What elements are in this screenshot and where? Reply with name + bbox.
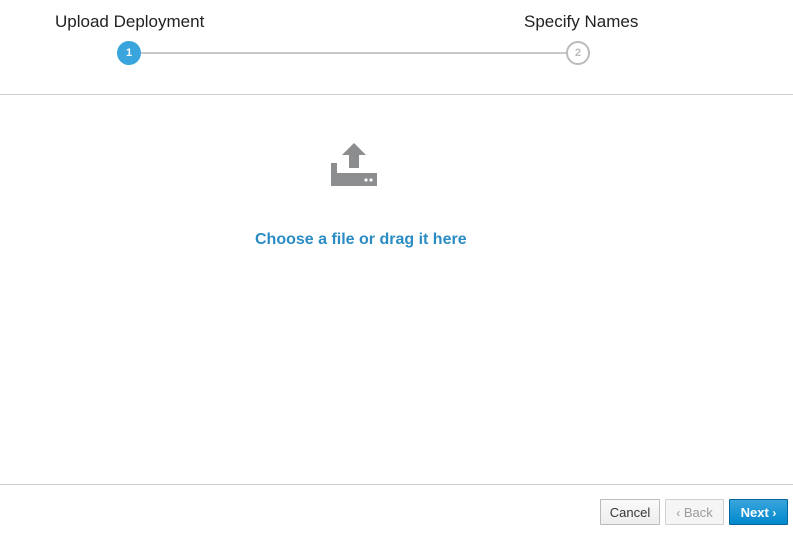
next-button[interactable]: Next › [729, 499, 788, 525]
next-button-label: Next [740, 505, 769, 520]
wizard-steps: Upload Deployment Specify Names 1 2 [0, 0, 793, 95]
cancel-button-label: Cancel [609, 505, 651, 520]
upload-icon[interactable] [331, 143, 377, 186]
wizard-footer: Cancel ‹ Back Next › [0, 484, 793, 533]
back-button-label: Back [683, 505, 713, 520]
step-indicator-2[interactable]: 2 [566, 41, 590, 65]
back-button[interactable]: ‹ Back [665, 499, 724, 525]
step-progress-line [129, 52, 578, 54]
deployment-wizard: Upload Deployment Specify Names 1 2 Choo… [0, 0, 793, 533]
step-indicator-1[interactable]: 1 [117, 41, 141, 65]
chevron-right-icon: › [772, 506, 777, 520]
step-title-upload-deployment: Upload Deployment [55, 12, 205, 31]
chevron-left-icon: ‹ [676, 506, 681, 520]
cancel-button[interactable]: Cancel [600, 499, 660, 525]
choose-file-link[interactable]: Choose a file or drag it here [255, 231, 467, 249]
step-title-specify-names: Specify Names [524, 12, 639, 31]
